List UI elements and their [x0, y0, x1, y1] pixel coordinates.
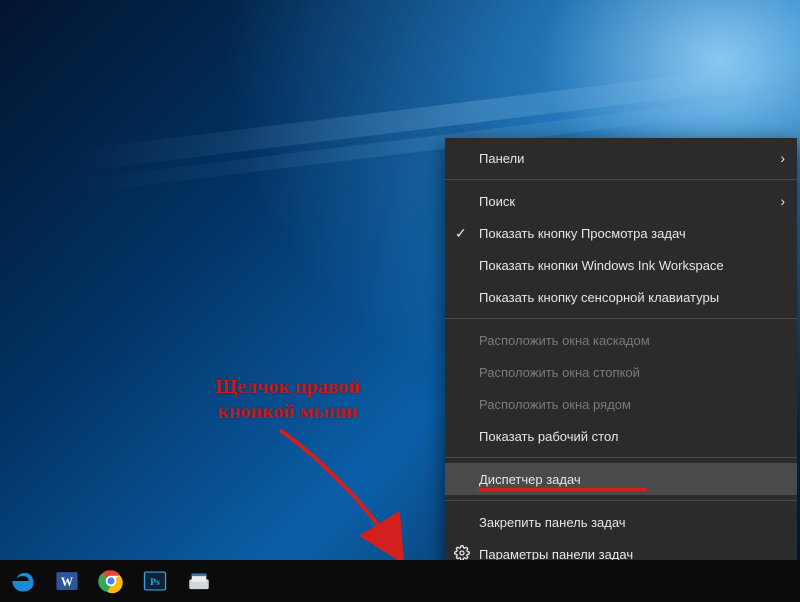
ctx-label: Расположить окна каскадом: [479, 333, 650, 348]
menu-separator: [445, 457, 797, 458]
ctx-task-manager[interactable]: Диспетчер задач: [445, 463, 797, 495]
ctx-label: Расположить окна рядом: [479, 397, 631, 412]
annotation-arrow: [260, 418, 420, 578]
word-icon: W: [54, 568, 80, 594]
ctx-label: Панели: [479, 151, 524, 166]
ctx-label: Показать рабочий стол: [479, 429, 618, 444]
desktop-wallpaper[interactable]: Щелчок правой кнопкой мыши Панели › Поис…: [0, 0, 800, 602]
ctx-show-desktop[interactable]: Показать рабочий стол: [445, 420, 797, 452]
taskbar-scanner[interactable]: [182, 564, 216, 598]
annotation-underline: [479, 488, 647, 491]
ctx-label: Показать кнопку Просмотра задач: [479, 226, 686, 241]
annotation-line: кнопкой мыши: [218, 401, 358, 423]
scanner-icon: [186, 568, 212, 594]
chrome-icon: [98, 568, 124, 594]
ctx-label: Поиск: [479, 194, 515, 209]
ctx-sidebyside: Расположить окна рядом: [445, 388, 797, 420]
taskbar-word[interactable]: W: [50, 564, 84, 598]
chevron-right-icon: ›: [780, 150, 785, 166]
ctx-search[interactable]: Поиск ›: [445, 185, 797, 217]
ctx-lock-taskbar[interactable]: Закрепить панель задач: [445, 506, 797, 538]
edge-icon: [10, 568, 36, 594]
ctx-show-ink[interactable]: Показать кнопки Windows Ink Workspace: [445, 249, 797, 281]
ctx-stack: Расположить окна стопкой: [445, 356, 797, 388]
ctx-label: Закрепить панель задач: [479, 515, 626, 530]
photoshop-icon: Ps: [142, 568, 168, 594]
taskbar[interactable]: W Ps: [0, 560, 800, 602]
ctx-cascade: Расположить окна каскадом: [445, 324, 797, 356]
menu-separator: [445, 500, 797, 501]
menu-separator: [445, 179, 797, 180]
taskbar-edge[interactable]: [6, 564, 40, 598]
ctx-label: Диспетчер задач: [479, 472, 581, 487]
annotation-line: Щелчок правой: [216, 376, 361, 398]
menu-separator: [445, 318, 797, 319]
ctx-show-taskview[interactable]: ✓ Показать кнопку Просмотра задач: [445, 217, 797, 249]
svg-text:W: W: [61, 575, 73, 589]
ctx-label: Расположить окна стопкой: [479, 365, 640, 380]
svg-text:Ps: Ps: [150, 577, 160, 588]
ctx-panels[interactable]: Панели ›: [445, 142, 797, 174]
taskbar-chrome[interactable]: [94, 564, 128, 598]
ctx-label: Показать кнопки Windows Ink Workspace: [479, 258, 724, 273]
chevron-right-icon: ›: [780, 193, 785, 209]
annotation-text: Щелчок правой кнопкой мыши: [178, 375, 398, 425]
taskbar-photoshop[interactable]: Ps: [138, 564, 172, 598]
ctx-show-touchkb[interactable]: Показать кнопку сенсорной клавиатуры: [445, 281, 797, 313]
taskbar-context-menu: Панели › Поиск › ✓ Показать кнопку Просм…: [445, 138, 797, 574]
check-icon: ✓: [455, 225, 467, 242]
ctx-label: Показать кнопку сенсорной клавиатуры: [479, 290, 719, 305]
